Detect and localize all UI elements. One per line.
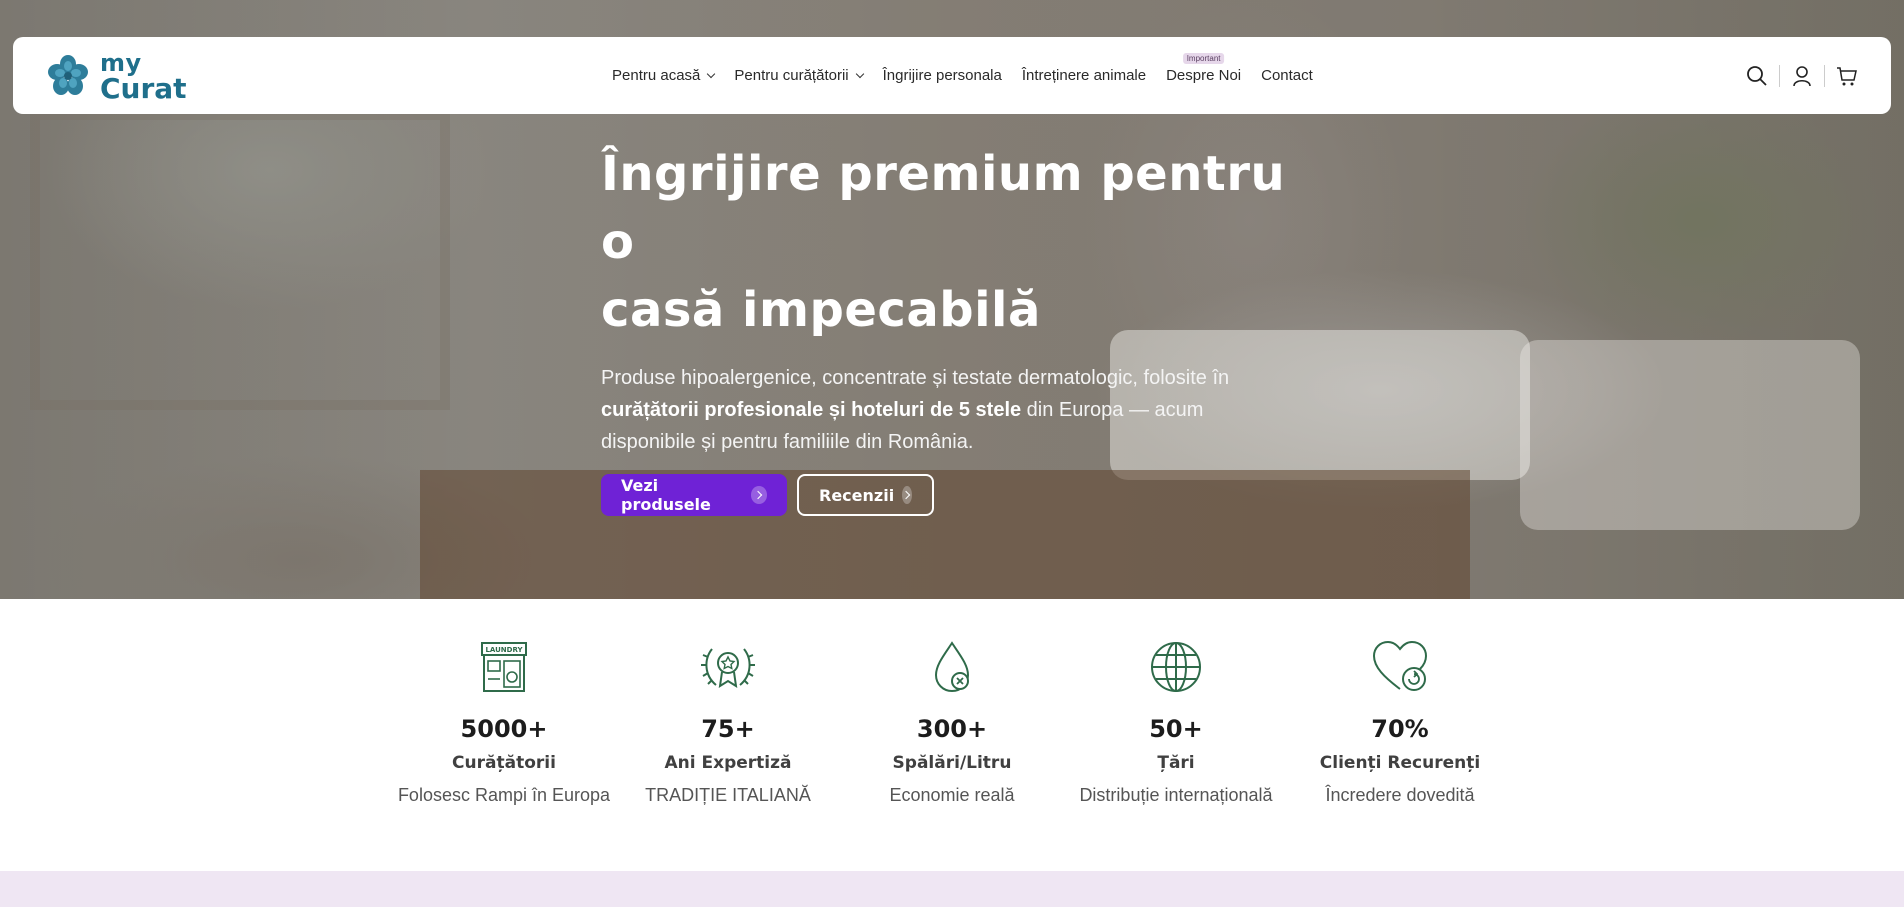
- stat-item-clienti-recurenti: 70% Clienți Recurenți Încredere dovedită: [1290, 639, 1510, 810]
- nav-item-pentru-acasa[interactable]: Pentru acasă: [602, 37, 724, 114]
- nav-item-label: Întreținere animale: [1021, 67, 1147, 84]
- stat-label: Ani Expertiză: [664, 753, 792, 773]
- nav-item-contact[interactable]: Contact: [1251, 37, 1323, 114]
- stat-subtitle: TRADIȚIE ITALIANĂ: [645, 785, 811, 805]
- hero-towels-decor-right: [1520, 340, 1860, 530]
- flower-logo-icon: [48, 55, 88, 95]
- important-badge: Important: [1182, 53, 1225, 64]
- water-drop-icon: [934, 641, 970, 693]
- nav-item-despre-noi[interactable]: Important Despre Noi: [1156, 37, 1251, 114]
- stat-item-tari: 50+ Țări Distribuție internațională: [1066, 639, 1286, 810]
- nav-item-label: Contact: [1261, 67, 1313, 84]
- stats-section: LAUNDRY 5000+ Curățătorii Folosesc Rampi…: [0, 599, 1904, 871]
- hero-window-decor: [30, 110, 450, 410]
- laundry-shop-icon: LAUNDRY: [481, 642, 527, 692]
- stat-subtitle: Folosesc Rampi în Europa: [397, 785, 611, 805]
- next-section-band: [0, 871, 1904, 907]
- heart-refresh-icon: [1372, 640, 1428, 691]
- header-actions: [1745, 37, 1859, 114]
- stat-value: 300+: [916, 715, 988, 743]
- view-products-label: Vezi produsele: [621, 476, 711, 514]
- hero-desc-bold: curățătorii profesionale și hoteluri de …: [601, 399, 1022, 421]
- stat-value: 75+: [701, 715, 755, 743]
- hero-desc-part1: Produse hipoalergenice, concentrate și t…: [601, 367, 1230, 389]
- nav-item-intretinere-animale[interactable]: Întreținere animale: [1012, 37, 1156, 114]
- hero-title: Îngrijire premium pentru o casă impecabi…: [601, 140, 1321, 344]
- nav-item-label: Despre Noi: [1166, 67, 1242, 84]
- chevron-down-icon: [855, 69, 864, 78]
- stat-label: Clienți Recurenți: [1319, 753, 1481, 773]
- nav-item-label: Pentru acasă: [612, 67, 701, 84]
- search-icon[interactable]: [1745, 64, 1769, 88]
- stat-label: Curățătorii: [452, 753, 556, 773]
- site-logo[interactable]: my Curat: [46, 49, 206, 103]
- header-divider: [1824, 64, 1825, 87]
- hero-title-line2: casă impecabilă: [601, 282, 1041, 338]
- stat-item-spalari-litru: 300+ Spălări/Litru Economie reală: [842, 639, 1062, 810]
- nav-item-label: Pentru curățătorii: [734, 67, 849, 84]
- stat-item-ani-expertiza: 75+ Ani Expertiză TRADIȚIE ITALIANĂ: [618, 639, 838, 810]
- stat-subtitle: Economie reală: [889, 785, 1015, 805]
- stat-label: Țări: [1157, 753, 1195, 773]
- hero-buttons: Vezi produsele Recenzii: [601, 474, 1321, 516]
- stat-label: Spălări/Litru: [892, 753, 1012, 773]
- chevron-right-icon: [901, 486, 912, 504]
- stat-subtitle: Distribuție internațională: [1079, 785, 1273, 805]
- hero-description: Produse hipoalergenice, concentrate și t…: [601, 362, 1301, 458]
- nav-item-label: Îngrijire personala: [882, 67, 1002, 84]
- stat-subtitle: Încredere dovedită: [1325, 785, 1475, 805]
- award-laurel-icon: [701, 648, 755, 688]
- stat-value: 5000+: [460, 715, 548, 743]
- stat-value: 50+: [1149, 715, 1203, 743]
- site-header: my Curat Pentru acasă Pentru curățătorii…: [13, 37, 1891, 114]
- reviews-button[interactable]: Recenzii: [797, 474, 934, 516]
- hero-content: Îngrijire premium pentru o casă impecabi…: [601, 140, 1321, 516]
- hero-title-line1: Îngrijire premium pentru o: [601, 146, 1286, 270]
- reviews-label: Recenzii: [819, 485, 895, 505]
- nav-item-ingrijire-personala[interactable]: Îngrijire personala: [873, 37, 1012, 114]
- header-divider: [1779, 64, 1780, 87]
- main-nav: Pentru acasă Pentru curățătorii Îngrijir…: [602, 37, 1323, 114]
- stat-value: 70%: [1371, 715, 1429, 743]
- nav-item-pentru-curatatorii[interactable]: Pentru curățătorii: [724, 37, 872, 114]
- chevron-down-icon: [707, 69, 716, 78]
- cart-icon[interactable]: [1835, 64, 1859, 88]
- view-products-button[interactable]: Vezi produsele: [601, 474, 787, 516]
- stat-item-curatatorii: LAUNDRY 5000+ Curățătorii Folosesc Rampi…: [394, 639, 614, 810]
- logo-text-line2: Curat: [100, 72, 187, 105]
- laundry-sign-text: LAUNDRY: [485, 646, 523, 654]
- chevron-right-icon: [750, 486, 767, 504]
- user-icon[interactable]: [1790, 64, 1814, 88]
- globe-icon: [1151, 642, 1201, 692]
